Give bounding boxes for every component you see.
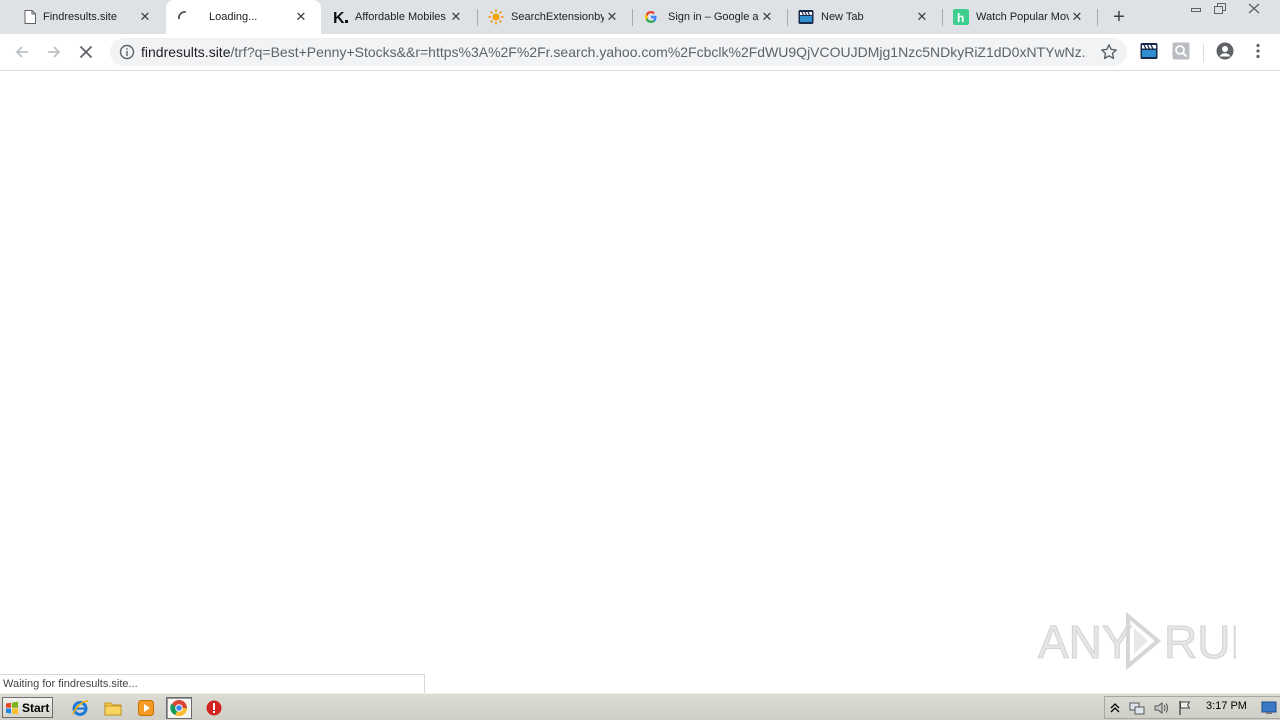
page-icon [22,9,38,25]
close-icon[interactable]: ✕ [293,9,309,25]
watermark-text-right: RUN [1164,616,1236,668]
internet-explorer-taskbar-button[interactable] [69,697,91,719]
flag-icon [1179,701,1191,715]
close-icon[interactable]: ✕ [759,9,775,25]
taskbar-clock[interactable]: 3:17 PM [1206,700,1247,712]
network-icon [1129,702,1145,715]
url-path: /trf?q=Best+Penny+Stocks&&r=https%3A%2F%… [230,45,1087,60]
address-bar[interactable]: findresults.site/trf?q=Best+Penny+Stocks… [110,38,1127,66]
start-label: Start [22,700,50,715]
window-close-icon [1248,3,1260,13]
tab-title: Watch Popular Mov [976,11,1069,23]
taskbar: Start [0,693,1280,720]
tab-title: Findresults.site [43,11,117,23]
tab-title: New Tab [821,11,864,23]
minimize-icon [1191,8,1201,12]
start-button[interactable]: Start [2,697,53,718]
toolbar-separator [1203,44,1204,62]
loading-spinner-icon [176,9,192,25]
show-hidden-icons-button[interactable] [1107,700,1123,716]
stop-loading-button[interactable] [74,40,98,64]
chevron-up-icon [1110,703,1120,713]
chrome-taskbar-button[interactable] [166,697,192,719]
tab-google-sign-in[interactable]: Sign in – Google ac ✕ [633,0,787,34]
windows-flag-icon [6,701,18,714]
desktop-icon [1261,701,1277,714]
url-host: findresults.site [141,45,231,60]
svg-text:h: h [957,11,964,25]
browser-toolbar: findresults.site/trf?q=Best+Penny+Stocks… [0,34,1280,71]
window-close-button[interactable] [1240,0,1268,16]
red-alert-icon [206,700,222,716]
media-player-icon [138,700,154,716]
restore-button[interactable] [1208,0,1232,16]
tab-separator [1097,9,1098,26]
stop-sign-taskbar-button[interactable] [203,697,225,719]
tab-title: Sign in – Google ac [668,11,759,23]
minimize-button[interactable] [1184,0,1208,16]
tab-affordable-mobiles[interactable]: K Affordable Mobiles ✕ [322,0,476,34]
svg-text:K: K [333,10,345,25]
watermark-text-left: ANY [1038,616,1133,668]
forward-button[interactable] [42,40,66,64]
internet-explorer-icon [72,700,89,716]
action-center-tray-icon-button[interactable] [1177,700,1193,716]
volume-tray-icon-button[interactable] [1153,700,1169,716]
profile-avatar-icon[interactable] [1216,42,1234,60]
tab-findresults[interactable]: Findresults.site ✕ [0,0,165,34]
clapperboard-extension-icon[interactable] [1140,42,1158,60]
show-desktop-button[interactable] [1260,700,1278,716]
search-extension-icon[interactable] [1172,42,1190,60]
folder-icon [104,702,122,716]
sun-icon [488,9,504,25]
tab-watch-popular-movies[interactable]: h Watch Popular Mov ✕ [943,0,1097,34]
close-icon[interactable]: ✕ [1069,9,1085,25]
info-icon[interactable] [119,44,135,60]
close-icon[interactable]: ✕ [604,9,620,25]
page-content [0,72,1280,692]
clapperboard-icon [798,9,814,25]
tab-loading[interactable]: Loading... ✕ [166,0,321,34]
back-arrow-icon [15,46,28,58]
tab-title: SearchExtensionby [511,11,604,23]
close-icon[interactable]: ✕ [448,9,464,25]
bookmark-star-icon[interactable] [1100,43,1118,61]
anyrun-watermark: ANY RUN [1038,611,1236,671]
url-text[interactable]: findresults.site/trf?q=Best+Penny+Stocks… [141,45,1087,60]
tab-new-tab[interactable]: New Tab ✕ [788,0,942,34]
forward-arrow-icon [48,46,61,58]
restore-icon [1214,2,1226,14]
new-tab-button[interactable]: + [1108,6,1130,28]
menu-kebab-icon[interactable] [1250,42,1266,60]
system-tray [1104,696,1280,719]
chrome-icon [170,700,188,717]
h-logo-icon: h [953,9,969,25]
google-g-icon [643,9,659,25]
close-icon[interactable]: ✕ [137,9,153,25]
media-player-taskbar-button[interactable] [135,697,157,719]
k-logo-icon: K [332,9,348,25]
stop-x-icon [79,45,93,59]
network-tray-icon-button[interactable] [1129,700,1145,716]
status-bubble: Waiting for findresults.site... [0,674,425,693]
back-button[interactable] [10,40,34,64]
tab-title: Loading... [209,11,258,23]
speaker-icon [1154,702,1168,714]
tab-strip: Findresults.site ✕ Loading... ✕ K Afford… [0,0,1280,34]
tab-searchextension[interactable]: SearchExtensionby ✕ [478,0,632,34]
file-explorer-taskbar-button[interactable] [102,697,124,719]
tab-title: Affordable Mobiles [355,11,446,23]
close-icon[interactable]: ✕ [914,9,930,25]
